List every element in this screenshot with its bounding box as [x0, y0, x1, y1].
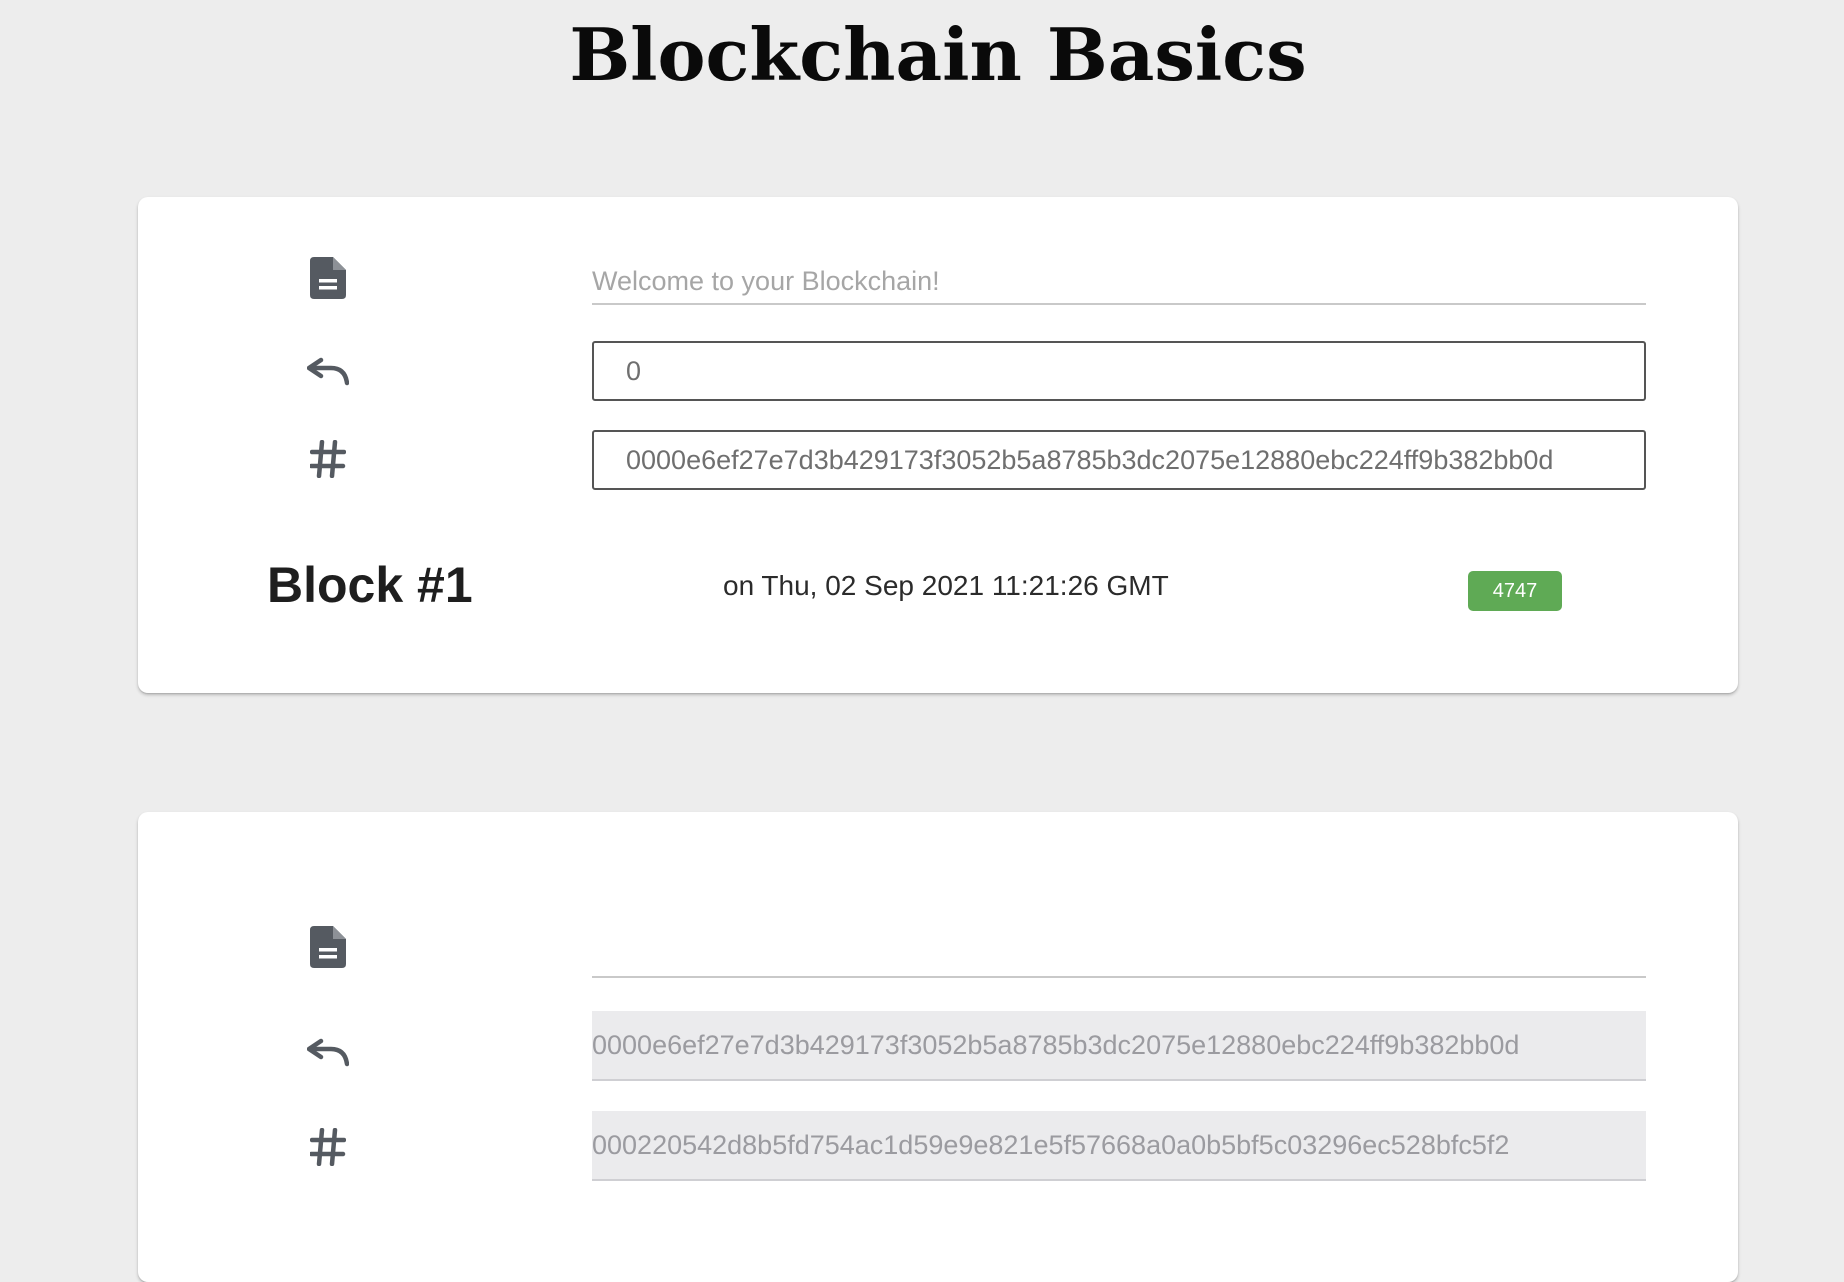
undo-arrow-icon: [307, 1031, 349, 1073]
block-title: Block #1: [267, 557, 473, 613]
block-2-previous-hash-field[interactable]: 0000e6ef27e7d3b429173f3052b5a8785b3dc207…: [592, 1011, 1646, 1081]
block-1-hash-field[interactable]: 0000e6ef27e7d3b429173f3052b5a8785b3dc207…: [592, 430, 1646, 490]
document-icon: [307, 257, 349, 299]
document-icon: [307, 926, 349, 968]
hashtag-icon: [307, 438, 349, 480]
undo-arrow-icon: [307, 350, 349, 392]
block-1-data-input[interactable]: [592, 259, 1646, 305]
block-2-data-input[interactable]: [592, 932, 1646, 978]
block-2-hash-field[interactable]: 000220542d8b5fd754ac1d59e9e821e5f57668a0…: [592, 1111, 1646, 1181]
block-1-previous-hash-field[interactable]: 0: [592, 341, 1646, 401]
nonce-badge: 4747: [1468, 571, 1562, 611]
block-timestamp: on Thu, 02 Sep 2021 11:21:26 GMT: [723, 570, 1169, 601]
page-title: Blockchain Basics: [569, 12, 1307, 97]
hashtag-icon: [307, 1126, 349, 1168]
